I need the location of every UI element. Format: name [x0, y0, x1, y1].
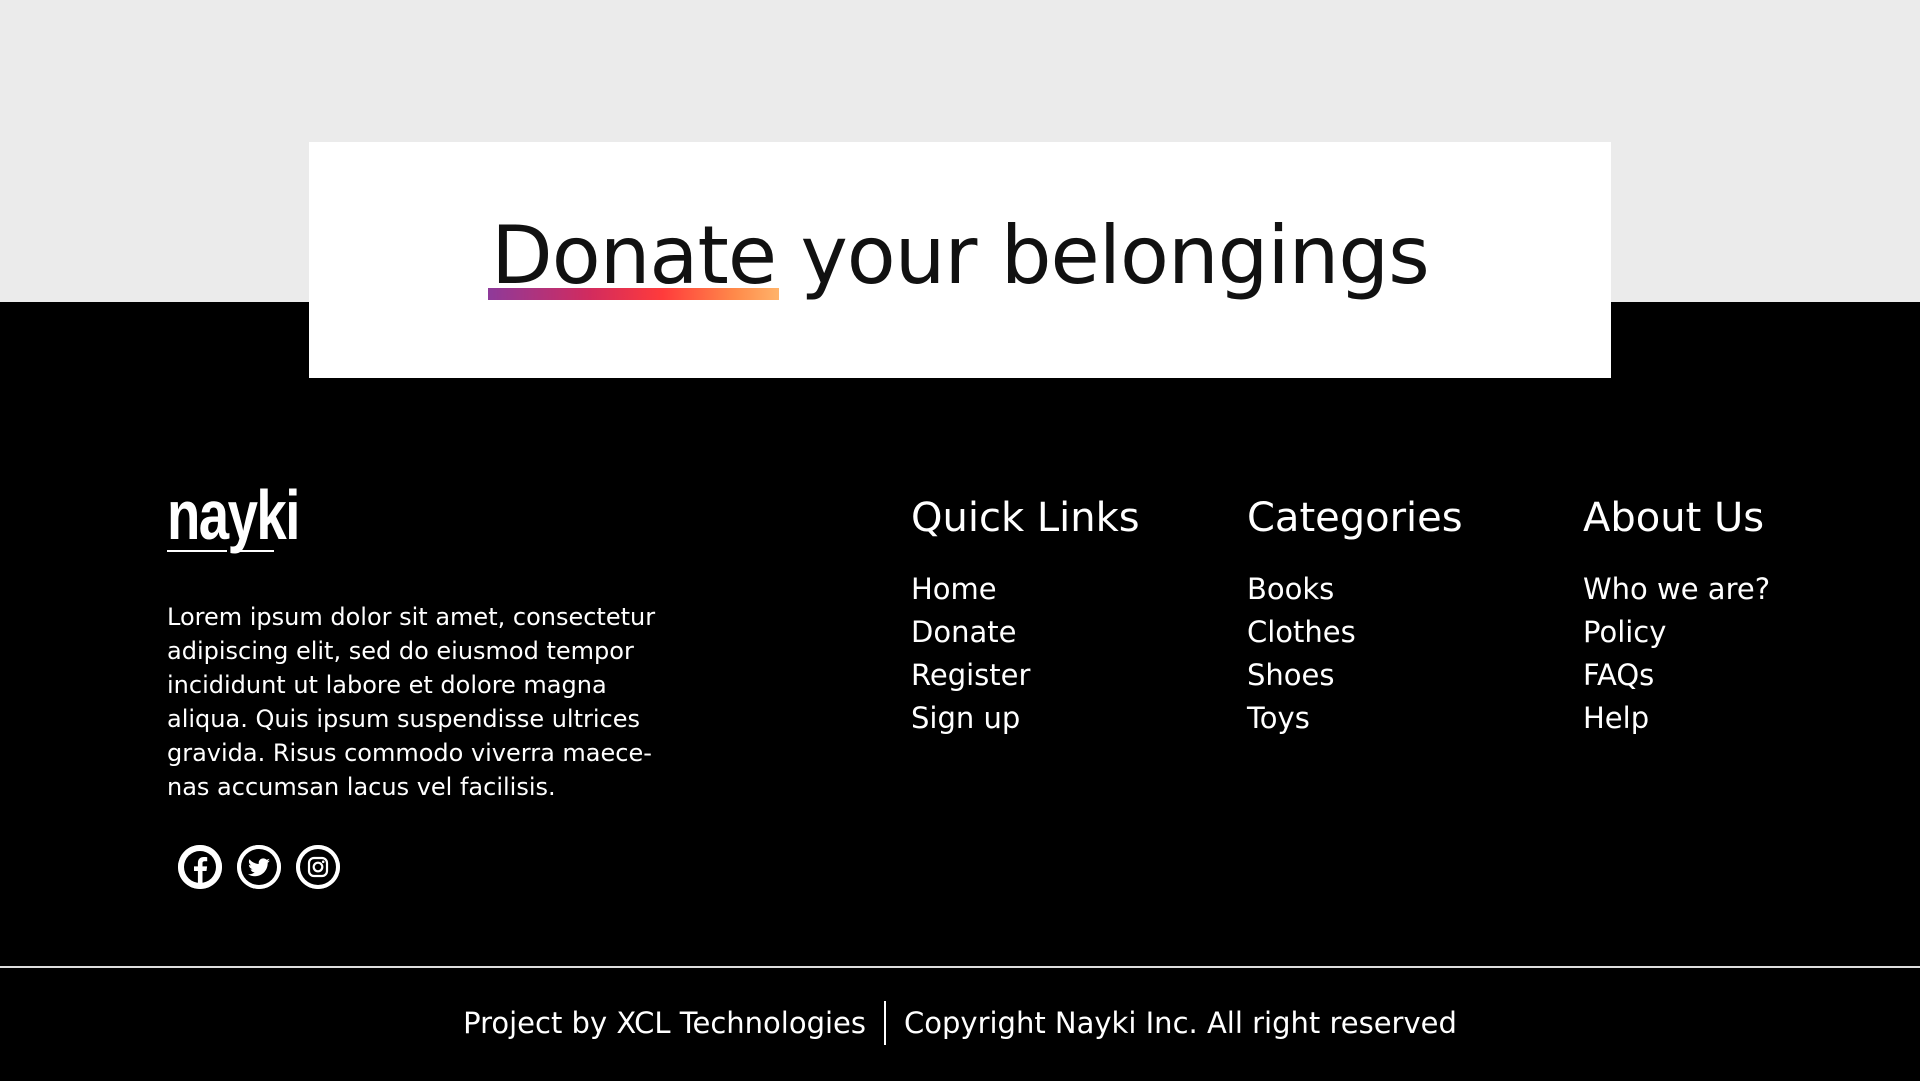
category-toys[interactable]: Toys	[1247, 697, 1463, 740]
category-clothes[interactable]: Clothes	[1247, 611, 1463, 654]
about-policy[interactable]: Policy	[1583, 611, 1770, 654]
footer-divider	[0, 966, 1920, 968]
donate-heading: Donate your belongings	[488, 216, 1430, 300]
about-us-list: Who we are? Policy FAQs Help	[1583, 568, 1770, 740]
quick-link-sign-up[interactable]: Sign up	[911, 697, 1140, 740]
bottom-separator	[884, 1001, 887, 1045]
about-us-title: About Us	[1583, 495, 1765, 541]
about-help[interactable]: Help	[1583, 697, 1770, 740]
quick-link-home[interactable]: Home	[911, 568, 1140, 611]
donate-highlight-word: Donate	[488, 216, 780, 300]
quick-links-title: Quick Links	[911, 495, 1140, 541]
category-shoes[interactable]: Shoes	[1247, 654, 1463, 697]
twitter-icon[interactable]	[237, 845, 281, 889]
quick-link-register[interactable]: Register	[911, 654, 1140, 697]
about-who-we-are[interactable]: Who we are?	[1583, 568, 1770, 611]
quick-links-list: Home Donate Register Sign up	[911, 568, 1140, 740]
project-credit: Project by XCL Technologies	[463, 1006, 867, 1040]
category-books[interactable]: Books	[1247, 568, 1463, 611]
quick-links-column: Quick Links Home Donate Register Sign up	[911, 490, 1140, 740]
copyright-text: Copyright Nayki Inc. All right reserved	[904, 1006, 1457, 1040]
nayki-logo[interactable]: nayki	[167, 480, 300, 550]
donate-heading-rest: your belongings	[776, 209, 1429, 302]
instagram-icon[interactable]	[296, 845, 340, 889]
facebook-icon[interactable]	[178, 845, 222, 889]
page: Donate your belongings nayki Lorem ipsum…	[0, 0, 1920, 1081]
categories-title: Categories	[1247, 495, 1463, 541]
bottom-bar: Project by XCL Technologies Copyright Na…	[0, 1000, 1920, 1046]
logo-underline	[167, 550, 304, 552]
about-faqs[interactable]: FAQs	[1583, 654, 1770, 697]
quick-link-donate[interactable]: Donate	[911, 611, 1140, 654]
categories-list: Books Clothes Shoes Toys	[1247, 568, 1463, 740]
about-us-column: About Us Who we are? Policy FAQs Help	[1583, 490, 1770, 740]
footer-description: Lorem ipsum dolor sit amet, consectetur …	[167, 603, 656, 801]
social-links	[178, 845, 340, 889]
categories-column: Categories Books Clothes Shoes Toys	[1247, 490, 1463, 740]
donate-banner-card: Donate your belongings	[309, 142, 1611, 378]
